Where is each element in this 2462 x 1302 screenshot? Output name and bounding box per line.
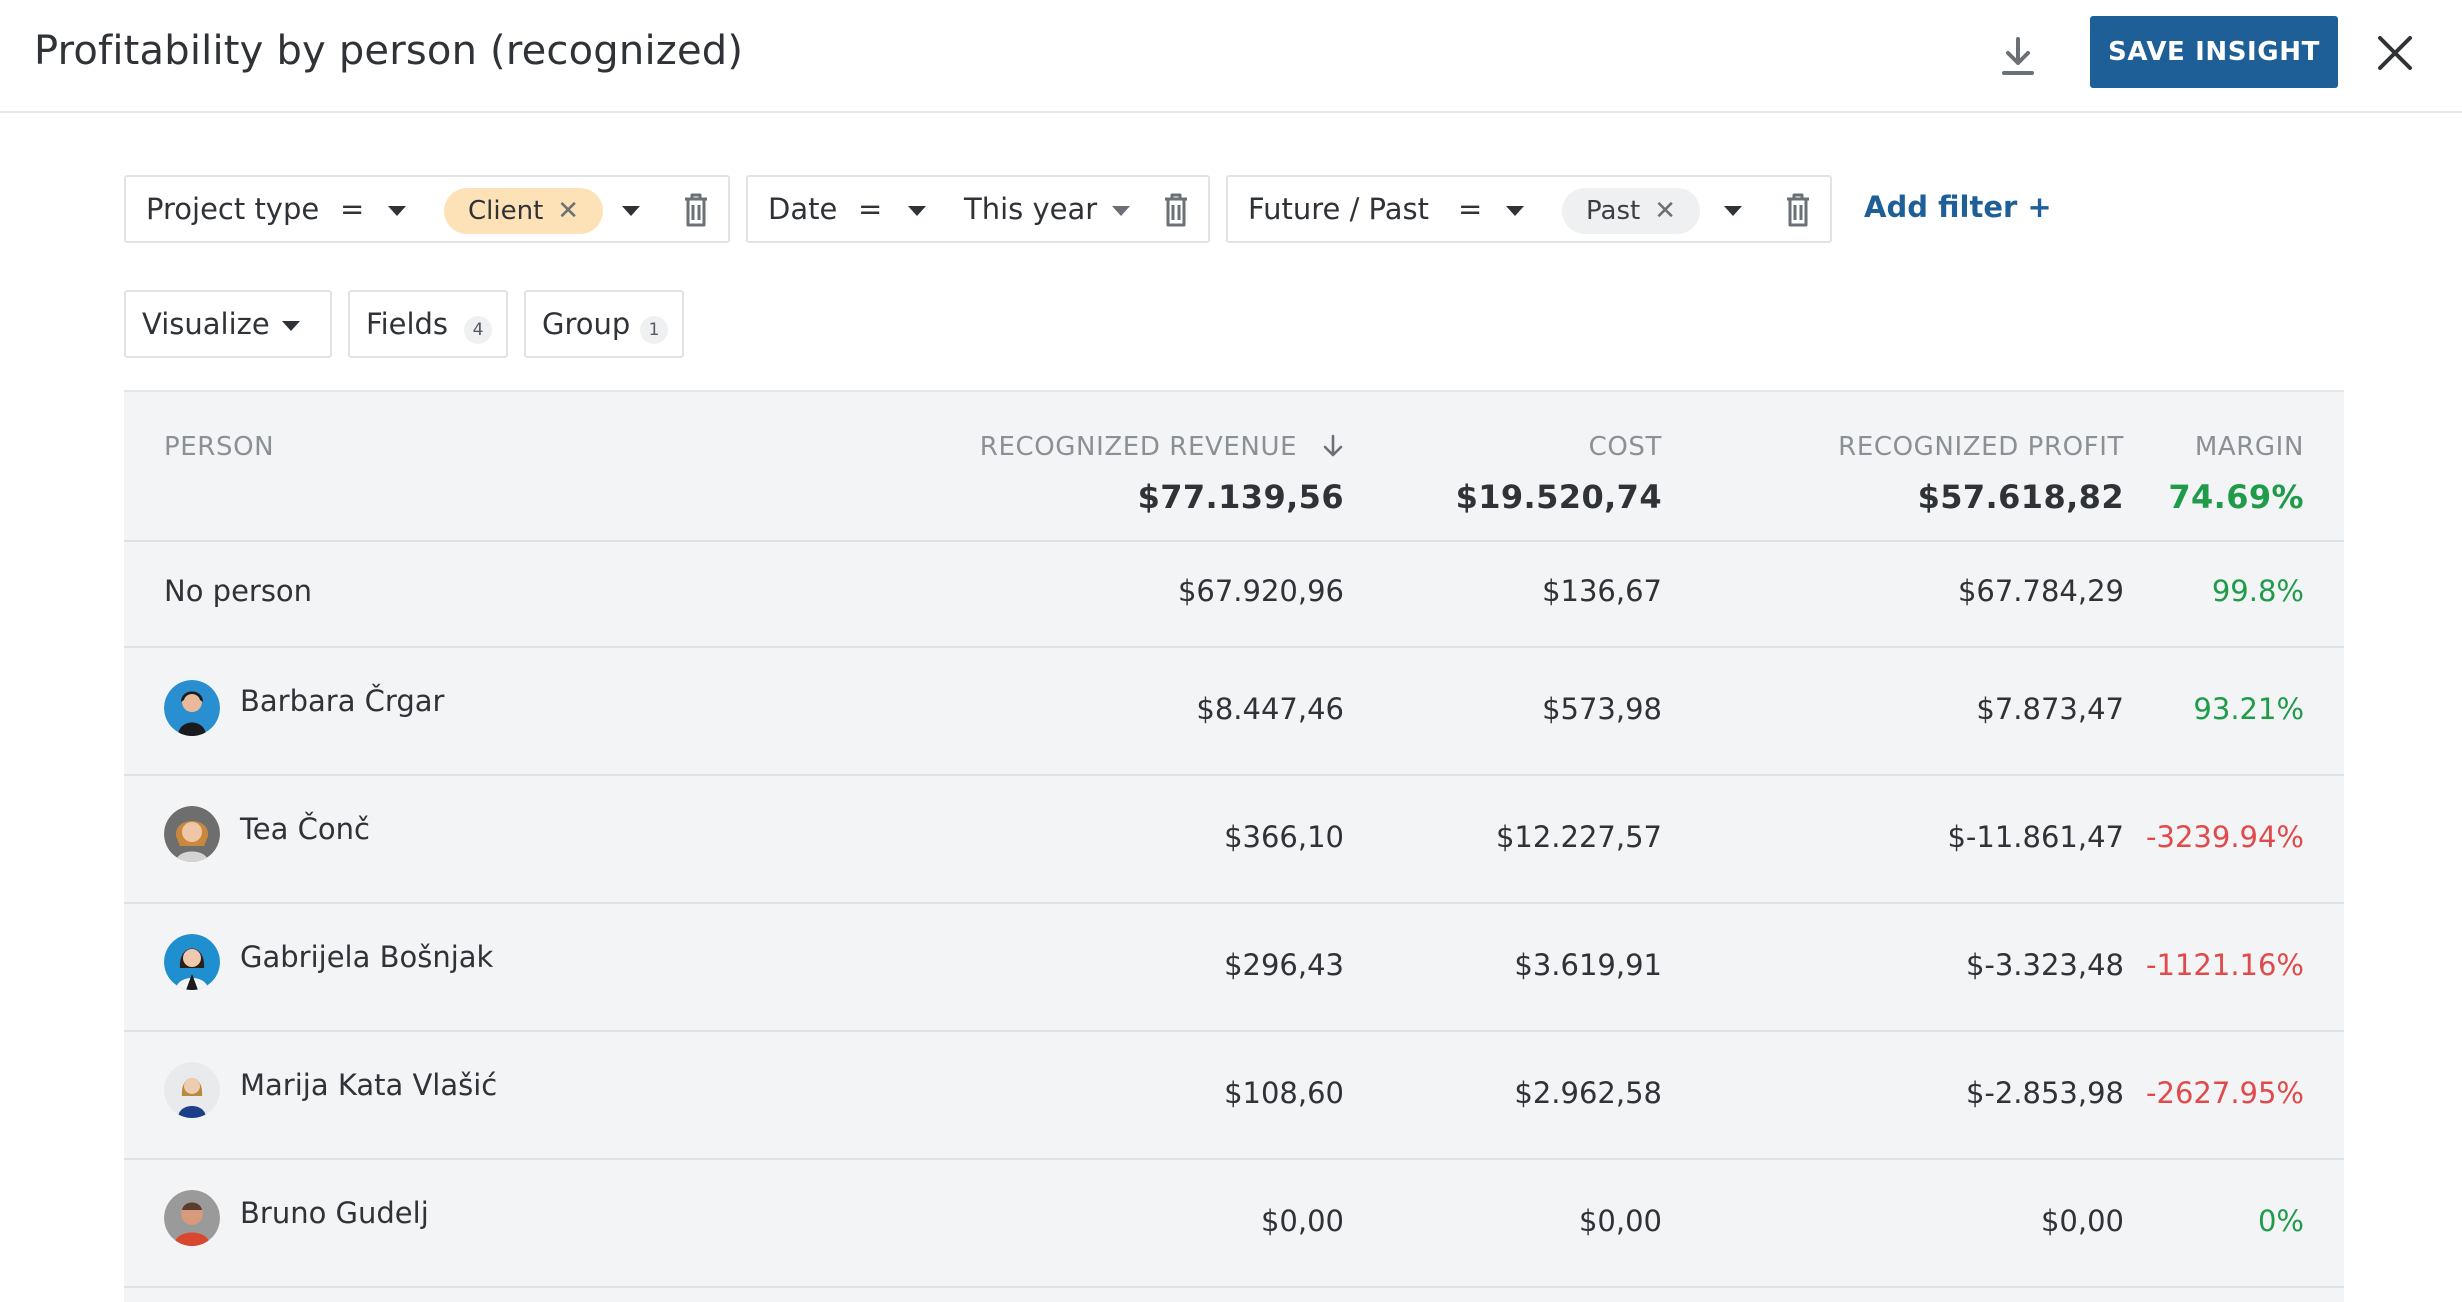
caret-down-icon[interactable] bbox=[1506, 206, 1524, 216]
margin-cell: 93.21% bbox=[2193, 692, 2304, 726]
table-row[interactable]: Marija Kata Vlašić $108,60 $2.962,58 $-2… bbox=[124, 1032, 2344, 1160]
margin-cell: -2627.95% bbox=[2146, 1076, 2304, 1110]
close-icon[interactable] bbox=[2372, 30, 2418, 76]
save-insight-button[interactable]: SAVE INSIGHT bbox=[2090, 16, 2338, 88]
x-icon[interactable]: ✕ bbox=[557, 188, 579, 234]
column-header-label: RECOGNIZED REVENUE bbox=[979, 432, 1298, 462]
filter-operator[interactable]: = bbox=[858, 192, 882, 226]
revenue-cell: $67.920,96 bbox=[1177, 574, 1344, 608]
filter-field-label[interactable]: Date bbox=[768, 192, 837, 226]
revenue-cell: $108,60 bbox=[1224, 1076, 1344, 1110]
chip-label: Past bbox=[1586, 196, 1641, 226]
margin-cell: 99.8% bbox=[2211, 574, 2304, 608]
filter-field-label[interactable]: Future / Past bbox=[1248, 192, 1429, 226]
filter-date: Date = This year bbox=[746, 175, 1210, 243]
column-header-margin[interactable]: MARGIN bbox=[2195, 432, 2304, 462]
visualize-dropdown[interactable]: Visualize bbox=[124, 290, 332, 358]
avatar bbox=[164, 1062, 220, 1118]
filter-value-chip[interactable]: Client ✕ bbox=[444, 188, 604, 234]
group-count-badge: 1 bbox=[640, 316, 668, 344]
trash-icon[interactable] bbox=[1162, 191, 1190, 229]
add-filter-link[interactable]: Add filter + bbox=[1864, 190, 2052, 224]
group-label: Group bbox=[542, 307, 631, 341]
filter-operator[interactable]: = bbox=[1458, 192, 1482, 226]
filter-value[interactable]: This year bbox=[964, 192, 1097, 226]
fields-label: Fields bbox=[366, 307, 449, 341]
column-header-person[interactable]: PERSON bbox=[164, 432, 274, 462]
avatar bbox=[164, 680, 220, 736]
trash-icon[interactable] bbox=[682, 191, 710, 229]
cost-cell: $12.227,57 bbox=[1495, 820, 1662, 854]
fields-button[interactable]: Fields 4 bbox=[348, 290, 508, 358]
column-header-cost[interactable]: COST bbox=[1589, 432, 1662, 462]
caret-down-icon[interactable] bbox=[1724, 206, 1742, 216]
person-name: Bruno Gudelj bbox=[240, 1196, 429, 1230]
total-margin: 74.69% bbox=[2168, 478, 2304, 516]
table-row[interactable]: Tea Čonč $366,10 $12.227,57 $-11.861,47 … bbox=[124, 776, 2344, 904]
person-name: Tea Čonč bbox=[240, 812, 370, 846]
table-row[interactable]: Barbara Črgar $8.447,46 $573,98 $7.873,4… bbox=[124, 648, 2344, 776]
page-header: Profitability by person (recognized) SAV… bbox=[0, 0, 2462, 113]
filter-operator[interactable]: = bbox=[340, 192, 364, 226]
caret-down-icon[interactable] bbox=[388, 206, 406, 216]
page-title: Profitability by person (recognized) bbox=[34, 28, 744, 74]
person-name: Barbara Črgar bbox=[240, 684, 445, 718]
revenue-cell: $366,10 bbox=[1224, 820, 1344, 854]
filter-future-past: Future / Past = Past ✕ bbox=[1226, 175, 1832, 243]
revenue-cell: $0,00 bbox=[1260, 1204, 1344, 1238]
caret-down-icon[interactable] bbox=[908, 206, 926, 216]
caret-down-icon[interactable] bbox=[622, 206, 640, 216]
total-cost: $19.520,74 bbox=[1455, 478, 1662, 516]
x-icon[interactable]: ✕ bbox=[1654, 188, 1676, 234]
profitability-table: PERSON RECOGNIZED REVENUE COST RECOGNIZE… bbox=[124, 390, 2344, 1302]
profit-cell: $-2.853,98 bbox=[1965, 1076, 2124, 1110]
fields-count-badge: 4 bbox=[464, 316, 492, 344]
profit-cell: $-3.323,48 bbox=[1965, 948, 2124, 982]
avatar bbox=[164, 1190, 220, 1246]
caret-down-icon bbox=[282, 321, 300, 331]
cost-cell: $2.962,58 bbox=[1514, 1076, 1662, 1110]
total-profit: $57.618,82 bbox=[1917, 478, 2124, 516]
chip-label: Client bbox=[468, 196, 544, 226]
column-header-profit[interactable]: RECOGNIZED PROFIT bbox=[1838, 432, 2124, 462]
revenue-cell: $8.447,46 bbox=[1196, 692, 1344, 726]
profit-cell: $67.784,29 bbox=[1957, 574, 2124, 608]
margin-cell: -3239.94% bbox=[2146, 820, 2304, 854]
person-name: Marija Kata Vlašić bbox=[240, 1068, 498, 1102]
profit-cell: $-11.861,47 bbox=[1947, 820, 2124, 854]
cost-cell: $573,98 bbox=[1542, 692, 1662, 726]
avatar bbox=[164, 934, 220, 990]
filter-project-type: Project type = Client ✕ bbox=[124, 175, 730, 243]
table-row[interactable]: Gabrijela Bošnjak $296,43 $3.619,91 $-3.… bbox=[124, 904, 2344, 1032]
group-button[interactable]: Group 1 bbox=[524, 290, 684, 358]
profit-cell: $7.873,47 bbox=[1976, 692, 2124, 726]
margin-cell: -1121.16% bbox=[2146, 948, 2304, 982]
filter-field-label[interactable]: Project type bbox=[146, 192, 319, 226]
revenue-cell: $296,43 bbox=[1224, 948, 1344, 982]
total-revenue: $77.139,56 bbox=[1137, 478, 1344, 516]
table-row[interactable]: No person $67.920,96 $136,67 $67.784,29 … bbox=[124, 542, 2344, 648]
filter-value-chip[interactable]: Past ✕ bbox=[1562, 188, 1700, 234]
person-name: Gabrijela Bošnjak bbox=[240, 940, 494, 974]
margin-cell: 0% bbox=[2257, 1204, 2304, 1238]
trash-icon[interactable] bbox=[1784, 191, 1812, 229]
table-header: PERSON RECOGNIZED REVENUE COST RECOGNIZE… bbox=[124, 390, 2344, 542]
cost-cell: $3.619,91 bbox=[1514, 948, 1662, 982]
cost-cell: $0,00 bbox=[1578, 1204, 1662, 1238]
download-icon[interactable] bbox=[1996, 33, 2040, 81]
avatar bbox=[164, 806, 220, 862]
arrow-down-icon bbox=[1323, 434, 1343, 457]
table-row[interactable]: Bruno Gudelj $0,00 $0,00 $0,00 0% bbox=[124, 1160, 2344, 1288]
cost-cell: $136,67 bbox=[1542, 574, 1662, 608]
column-header-revenue[interactable]: RECOGNIZED REVENUE bbox=[980, 432, 1344, 462]
caret-down-icon[interactable] bbox=[1112, 206, 1130, 216]
visualize-label: Visualize bbox=[142, 307, 270, 341]
person-name: No person bbox=[164, 574, 313, 608]
profit-cell: $0,00 bbox=[2040, 1204, 2124, 1238]
